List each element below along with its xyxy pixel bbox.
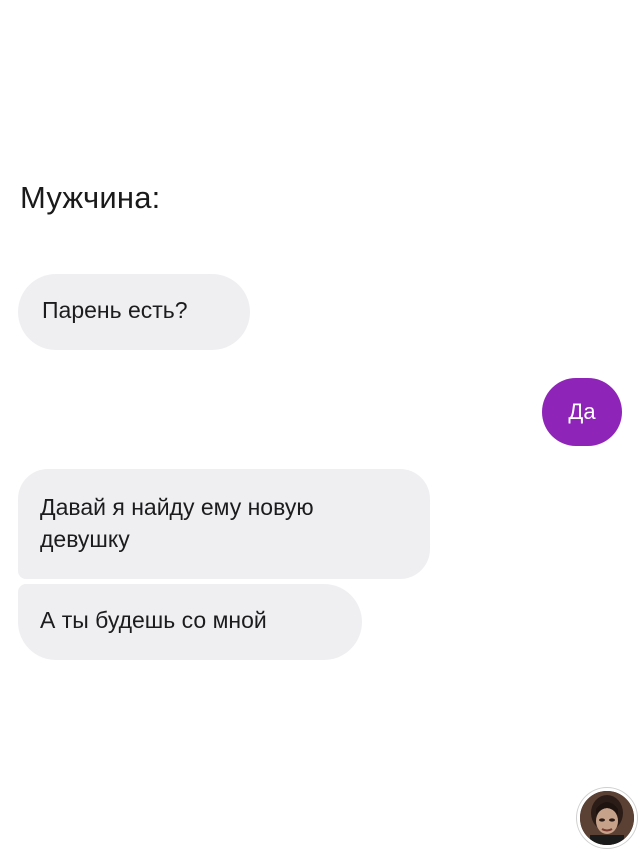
avatar-watermark-icon: [577, 788, 637, 848]
chat-screen: Мужчина: Парень есть? Да Давай я найду е…: [0, 0, 640, 852]
incoming-message-bubble[interactable]: Давай я найду ему новую девушку: [18, 469, 430, 579]
incoming-message-bubble[interactable]: А ты будешь со мной: [18, 584, 362, 660]
sender-label: Мужчина:: [20, 180, 161, 215]
incoming-message-bubble[interactable]: Парень есть?: [18, 274, 250, 350]
outgoing-message-bubble[interactable]: Да: [542, 378, 622, 446]
